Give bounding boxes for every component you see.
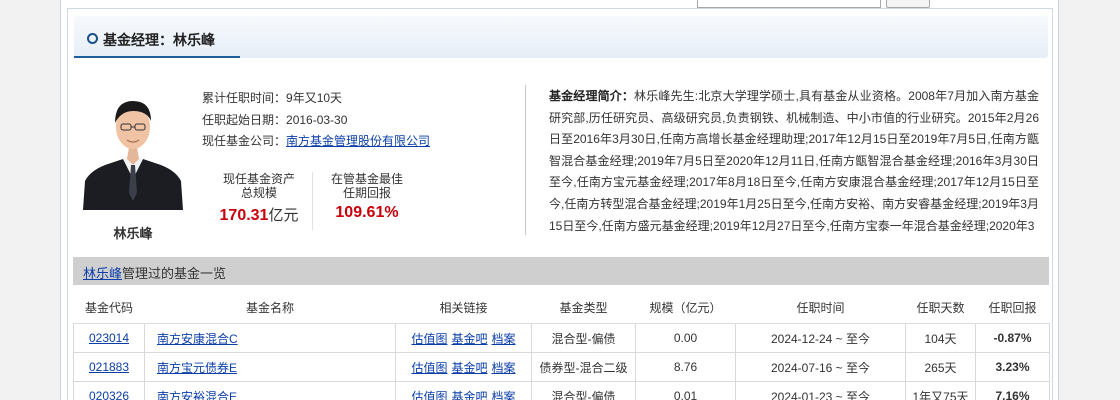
fund-profile-link[interactable]: 档案 bbox=[492, 390, 516, 400]
section-title-bar: 基金经理：林乐峰 bbox=[74, 16, 1048, 58]
fund-scale: 0.00 bbox=[635, 323, 736, 353]
column-header: 任职时间 bbox=[735, 291, 906, 324]
fund-list-title: 林乐峰管理过的基金一览 bbox=[83, 263, 226, 282]
tenure-label: 累计任职时间： bbox=[202, 91, 287, 105]
fund-name-link[interactable]: 南方宝元债券E bbox=[157, 361, 237, 375]
tenure-period: 2024-07-16 ~ 至今 bbox=[735, 352, 906, 382]
column-header: 任职回报 bbox=[975, 291, 1050, 324]
fund-profile-link[interactable]: 档案 bbox=[492, 332, 516, 346]
vertical-divider bbox=[525, 85, 526, 235]
best-label-line-1: 在管基金最佳 bbox=[330, 172, 403, 186]
start-date-value: 2016-03-30 bbox=[286, 113, 348, 127]
fund-list-header: 林乐峰管理过的基金一览 bbox=[73, 257, 1049, 285]
tenure-return: -0.87% bbox=[975, 323, 1050, 353]
tenure-return: 7.16% bbox=[975, 381, 1050, 400]
table-header-row: 基金代码 基金名称 相关链接 基金类型 规模（亿元） 任职时间 任职天数 任职回… bbox=[73, 291, 1050, 324]
company-label: 现任基金公司： bbox=[202, 134, 287, 148]
table-row: 021883 南方宝元债券E 估值图 基金吧 档案 债券型-混合二级 8.76 20… bbox=[73, 352, 1050, 382]
tenure-days: 1年又75天 bbox=[905, 381, 976, 400]
assets-number: 170.31 bbox=[219, 207, 269, 224]
assets-unit: 亿元 bbox=[268, 207, 299, 224]
fund-code-link[interactable]: 021883 bbox=[89, 360, 129, 374]
start-date-label: 任职起始日期： bbox=[202, 113, 287, 127]
manager-photo bbox=[83, 89, 183, 210]
assets-value: 170.31亿元 bbox=[204, 204, 314, 225]
fund-type: 混合型-偏债 bbox=[531, 323, 636, 353]
manager-name: 林乐峰 bbox=[113, 226, 153, 241]
best-return-label: 在管基金最佳 任期回报 bbox=[314, 172, 420, 200]
tenure-line: 累计任职时间：9年又10天 bbox=[202, 89, 342, 106]
table-row: 023014 南方安康混合C 估值图 基金吧 档案 混合型-偏债 0.00 2024… bbox=[73, 323, 1050, 353]
column-header: 相关链接 bbox=[395, 291, 532, 324]
column-header: 规模（亿元） bbox=[635, 291, 736, 324]
page-container: 基金经理：林乐峰 林乐峰 累计任职时间：9年又10天 任职起始日期：2016-0… bbox=[60, 0, 1059, 400]
fund-table: 基金代码 基金名称 相关链接 基金类型 规模（亿元） 任职时间 任职天数 任职回… bbox=[73, 291, 1050, 400]
fund-profile-link[interactable]: 档案 bbox=[492, 361, 516, 375]
company-line: 现任基金公司：南方基金管理股份有限公司 bbox=[202, 132, 430, 149]
circle-bullet-icon bbox=[87, 33, 98, 44]
assets-label-line-2: 总规模 bbox=[240, 186, 277, 200]
manager-name-link[interactable]: 林乐峰 bbox=[83, 266, 122, 281]
tenure-return: 3.23% bbox=[975, 352, 1050, 382]
search-input[interactable] bbox=[697, 0, 881, 8]
fund-scale: 8.76 bbox=[635, 352, 736, 382]
assets-label: 现任基金资产 总规模 bbox=[204, 172, 314, 200]
search-button[interactable] bbox=[886, 0, 930, 8]
table-row: 020326 南方安裕混合E 估值图 基金吧 档案 混合型-偏债 0.01 2024… bbox=[73, 381, 1050, 400]
fund-type: 混合型-偏债 bbox=[531, 381, 636, 400]
manager-panel: 基金经理：林乐峰 林乐峰 累计任职时间：9年又10天 任职起始日期：2016-0… bbox=[67, 8, 1053, 400]
stat-divider bbox=[312, 172, 313, 230]
tenure-days: 104天 bbox=[905, 323, 976, 353]
bio-text: 林乐峰先生:北京大学理学硕士,具有基金从业资格。2008年7月加入南方基金研究部… bbox=[549, 89, 1039, 233]
tenure-period: 2024-01-23 ~ 至今 bbox=[735, 381, 906, 400]
column-header: 基金类型 bbox=[531, 291, 636, 324]
fund-forum-link[interactable]: 基金吧 bbox=[451, 390, 487, 400]
tenure-days: 265天 bbox=[905, 352, 976, 382]
fund-forum-link[interactable]: 基金吧 bbox=[451, 332, 487, 346]
title-underline bbox=[74, 56, 240, 58]
tenure-period: 2024-12-24 ~ 至今 bbox=[735, 323, 906, 353]
valuation-chart-link[interactable]: 估值图 bbox=[411, 361, 447, 375]
column-header: 任职天数 bbox=[905, 291, 976, 324]
bio-label: 基金经理简介： bbox=[549, 89, 635, 103]
column-header: 基金名称 bbox=[144, 291, 396, 324]
fund-name-link[interactable]: 南方安康混合C bbox=[157, 332, 238, 346]
person-portrait-icon bbox=[83, 89, 183, 210]
section-title: 基金经理：林乐峰 bbox=[103, 32, 215, 48]
column-header: 基金代码 bbox=[73, 291, 145, 324]
fund-scale: 0.01 bbox=[635, 381, 736, 400]
start-date-line: 任职起始日期：2016-03-30 bbox=[202, 111, 347, 128]
valuation-chart-link[interactable]: 估值图 bbox=[411, 390, 447, 400]
fund-name-link[interactable]: 南方安裕混合E bbox=[157, 390, 237, 400]
best-return-value: 109.61% bbox=[335, 204, 399, 221]
company-link[interactable]: 南方基金管理股份有限公司 bbox=[286, 134, 430, 148]
fund-list-title-suffix: 管理过的基金一览 bbox=[122, 266, 227, 281]
best-label-line-2: 任期回报 bbox=[342, 186, 391, 200]
fund-code-link[interactable]: 023014 bbox=[89, 331, 129, 345]
manager-bio: 基金经理简介：林乐峰先生:北京大学理学硕士,具有基金从业资格。2008年7月加入… bbox=[549, 86, 1039, 238]
valuation-chart-link[interactable]: 估值图 bbox=[411, 332, 447, 346]
fund-type: 债券型-混合二级 bbox=[531, 352, 636, 382]
tenure-value: 9年又10天 bbox=[286, 91, 343, 105]
fund-code-link[interactable]: 020326 bbox=[89, 389, 129, 400]
assets-label-line-1: 现任基金资产 bbox=[222, 172, 295, 186]
fund-forum-link[interactable]: 基金吧 bbox=[451, 361, 487, 375]
